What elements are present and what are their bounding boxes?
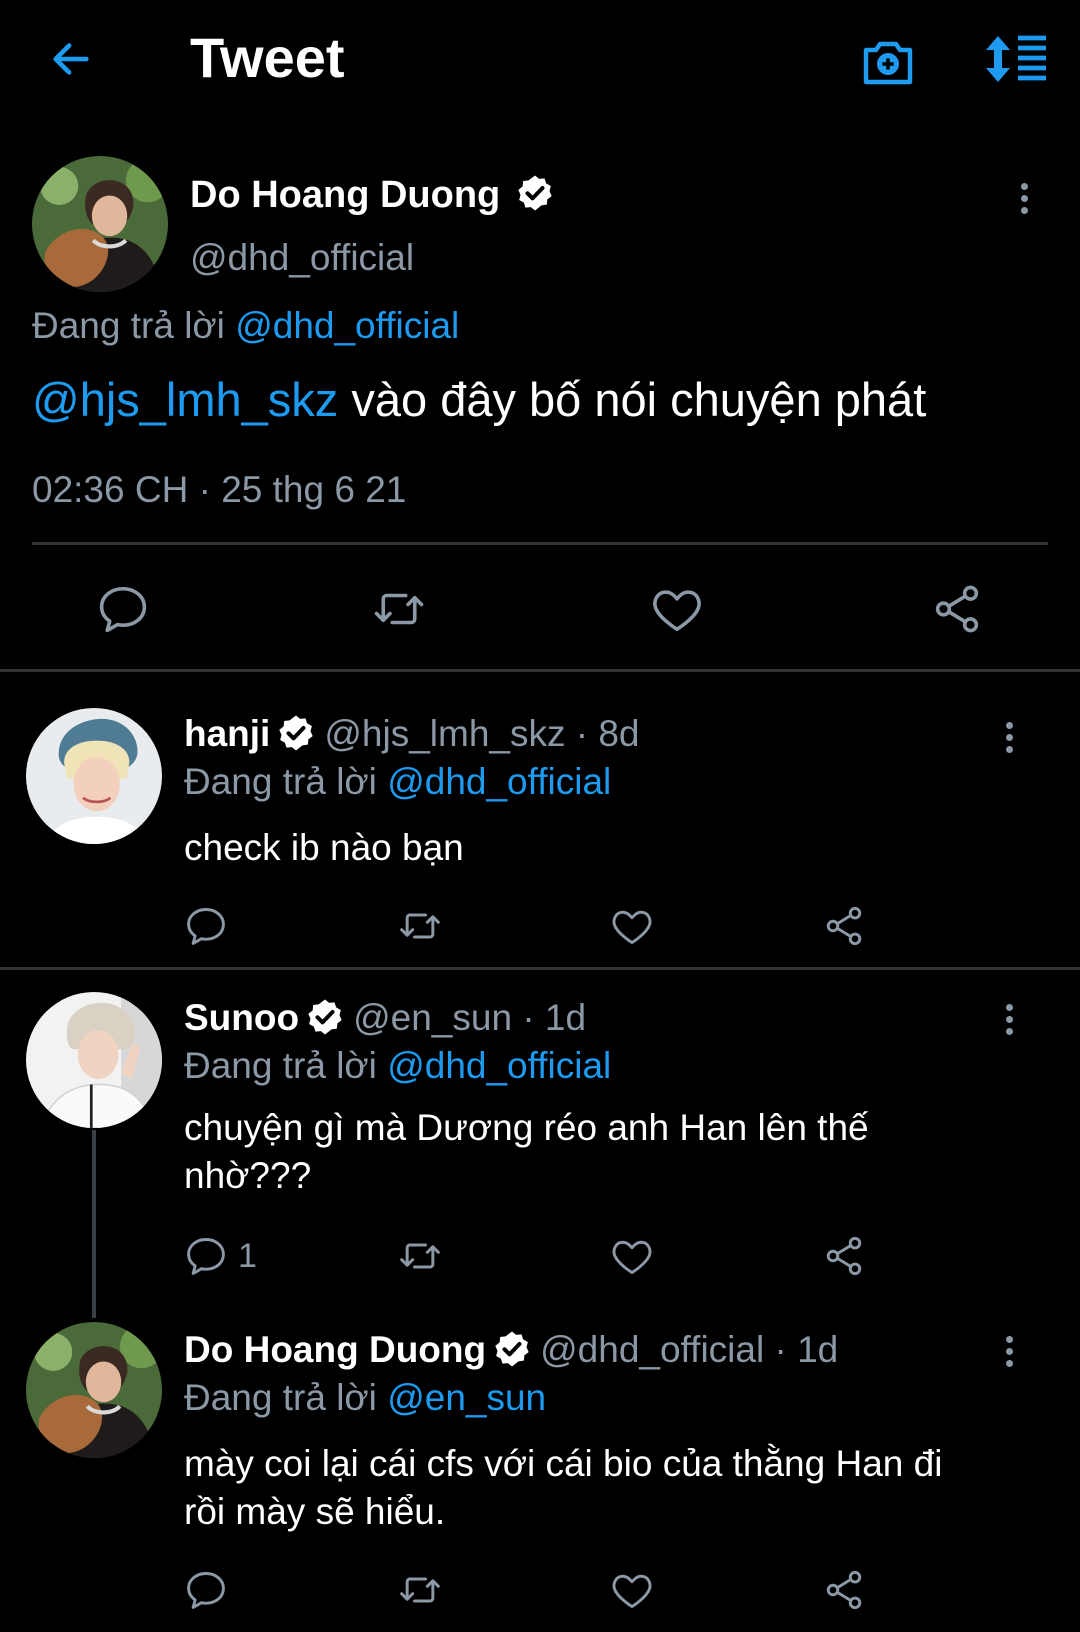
share-icon[interactable] — [822, 1234, 866, 1278]
avatar[interactable] — [26, 992, 162, 1128]
like-icon[interactable] — [610, 1234, 654, 1278]
author-meta: @en_sun · 1d — [353, 997, 587, 1038]
reply-prefix: Đang trả lời — [32, 305, 225, 346]
like-icon[interactable] — [610, 1568, 654, 1612]
verified-badge-icon — [515, 173, 555, 213]
reply-to-link[interactable]: @en_sun — [387, 1377, 546, 1418]
verified-badge-icon — [305, 997, 345, 1037]
tweet-timestamp: 02:36 CH · 25 thg 6 21 — [32, 469, 407, 510]
author-meta: @hjs_lmh_skz · 8d — [324, 713, 640, 754]
avatar[interactable] — [26, 708, 162, 844]
tweet-text: @hjs_lmh_skz vào đây bố nói chuyện phát — [32, 372, 926, 428]
reply-icon[interactable] — [184, 904, 228, 948]
reply-context: Đang trả lời @en_sun — [184, 1376, 546, 1420]
divider — [32, 542, 1048, 545]
verified-badge-icon — [492, 1329, 532, 1369]
more-icon[interactable] — [1006, 722, 1013, 758]
author-name[interactable]: Do Hoang Duong — [184, 1329, 486, 1370]
tweet-header: hanji @hjs_lmh_skz · 8d — [184, 712, 640, 756]
reply-prefix: Đang trả lời — [184, 761, 377, 802]
tweet-body: vào đây bố nói chuyện phát — [338, 373, 927, 426]
like-icon[interactable] — [650, 582, 704, 636]
share-icon[interactable] — [822, 904, 866, 948]
tweet-text: check ib nào bạn — [184, 827, 464, 868]
tweet-text-line-2: rồi mày sẽ hiểu. — [184, 1491, 446, 1532]
tweet-text-line-2: nhờ??? — [184, 1155, 312, 1196]
reply-tweet[interactable]: hanji @hjs_lmh_skz · 8d Đang trả lời @dhd… — [0, 672, 1080, 968]
retweet-icon[interactable] — [398, 904, 442, 948]
more-icon[interactable] — [1021, 183, 1028, 219]
retweet-icon[interactable] — [372, 582, 426, 636]
sort-icon[interactable] — [984, 32, 1048, 86]
reply-tweet[interactable]: Sunoo @en_sun · 1d Đang trả lời @dhd_offi… — [0, 970, 1080, 1300]
more-icon[interactable] — [1006, 1004, 1013, 1040]
reply-count: 1 — [238, 1237, 257, 1275]
reply-tweet[interactable]: Do Hoang Duong @dhd_official · 1d Đang tr… — [0, 1306, 1080, 1632]
reply-prefix: Đang trả lời — [184, 1377, 377, 1418]
reply-context: Đang trả lời @dhd_official — [32, 304, 459, 348]
reply-icon[interactable] — [184, 1234, 228, 1278]
author-name[interactable]: hanji — [184, 713, 270, 754]
camera-plus-icon[interactable] — [860, 34, 916, 88]
share-icon[interactable] — [822, 1568, 866, 1612]
retweet-icon[interactable] — [398, 1568, 442, 1612]
more-icon[interactable] — [1006, 1336, 1013, 1372]
retweet-icon[interactable] — [398, 1234, 442, 1278]
page-title: Tweet — [190, 26, 345, 89]
author-name[interactable]: Sunoo — [184, 997, 299, 1038]
reply-prefix: Đang trả lời — [184, 1045, 377, 1086]
reply-context: Đang trả lời @dhd_official — [184, 1044, 611, 1088]
reply-icon[interactable] — [96, 582, 150, 636]
reply-context: Đang trả lời @dhd_official — [184, 760, 611, 804]
reply-to-link[interactable]: @dhd_official — [387, 761, 611, 802]
tweet-text-line-1: mày coi lại cái cfs với cái bio của thằn… — [184, 1443, 943, 1484]
reply-icon[interactable] — [184, 1568, 228, 1612]
reply-to-link[interactable]: @dhd_official — [235, 305, 459, 346]
avatar[interactable] — [32, 156, 168, 292]
top-app-bar: Tweet — [0, 0, 1080, 120]
tweet-header: Do Hoang Duong @dhd_official · 1d — [184, 1328, 838, 1372]
author-name[interactable]: Do Hoang Duong — [190, 172, 555, 218]
author-name-text[interactable]: Do Hoang Duong — [190, 174, 500, 216]
author-handle[interactable]: @dhd_official — [190, 236, 414, 280]
like-icon[interactable] — [610, 904, 654, 948]
avatar[interactable] — [26, 1322, 162, 1458]
back-arrow-icon[interactable] — [48, 36, 94, 82]
author-meta: @dhd_official · 1d — [540, 1329, 839, 1370]
mention-link[interactable]: @hjs_lmh_skz — [32, 373, 338, 426]
share-icon[interactable] — [930, 582, 984, 636]
tweet-header: Sunoo @en_sun · 1d — [184, 996, 586, 1040]
verified-badge-icon — [276, 713, 316, 753]
reply-to-link[interactable]: @dhd_official — [387, 1045, 611, 1086]
tweet-text-line-1: chuyện gì mà Dương réo anh Han lên thế — [184, 1107, 869, 1148]
